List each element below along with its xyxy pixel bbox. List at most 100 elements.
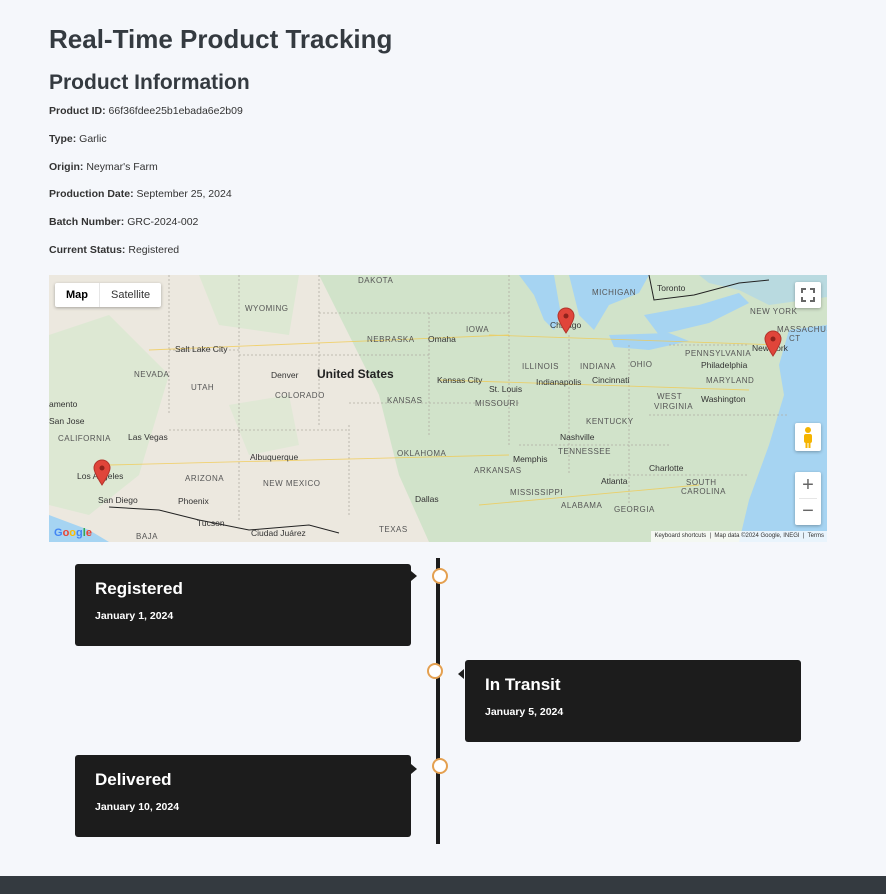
map-state-label: PENNSYLVANIA (685, 349, 752, 358)
satellite-tab[interactable]: Satellite (99, 283, 161, 307)
map-state-label: COLORADO (275, 391, 325, 400)
timeline-pointer (458, 669, 464, 679)
map-state-label: UTAH (191, 383, 215, 392)
map-state-label: OHIO (630, 360, 653, 369)
map-state-label: MASSACHUS (777, 325, 827, 334)
map-state-label: MICHIGAN (592, 288, 636, 297)
map-city-label: St. Louis (489, 384, 523, 394)
product-origin-row: Origin: Neymar's Farm (49, 161, 158, 173)
value: GRC-2024-002 (127, 216, 199, 228)
map-city-label: Toronto (657, 283, 686, 293)
map-state-label: KENTUCKY (586, 417, 634, 426)
map-city-label: Philadelphia (701, 360, 748, 370)
map-city-label: Omaha (428, 334, 456, 344)
value: Neymar's Farm (86, 161, 158, 173)
map-state-label: ARIZONA (185, 474, 225, 483)
timeline-card-in-transit: In Transit January 5, 2024 (465, 660, 801, 742)
map-city-label: Washington (701, 394, 746, 404)
timeline-pointer (411, 571, 417, 581)
label: Type: (49, 133, 77, 145)
map-state-label: CAROLINA (681, 487, 726, 496)
map-state-label: DAKOTA (358, 276, 394, 285)
map-city-label: Albuquerque (250, 452, 299, 462)
label: Batch Number: (49, 216, 125, 228)
zoom-control: + − (795, 472, 821, 525)
map-state-label: TENNESSEE (558, 447, 611, 456)
terms-link[interactable]: Terms (808, 533, 824, 539)
map-state-label: NEW YORK (750, 307, 798, 316)
page-footer (0, 876, 886, 894)
map-state-label: INDIANA (580, 362, 616, 371)
map-city-label: Indianapolis (536, 377, 582, 387)
map-city-label: amento (49, 399, 78, 409)
map-city-label: Phoenix (178, 496, 209, 506)
map-attribution: Keyboard shortcuts | Map data ©2024 Goog… (651, 531, 827, 542)
label: Production Date: (49, 188, 134, 200)
map-city-label: San Jose (49, 416, 85, 426)
value: September 25, 2024 (136, 188, 232, 200)
map-marker-chicago[interactable] (557, 307, 575, 334)
map-city-label: Tucson (197, 518, 225, 528)
map-state-label: MISSISSIPPI (510, 488, 564, 497)
map-state-label: NEVADA (134, 370, 170, 379)
timeline-event-date: January 5, 2024 (485, 706, 564, 718)
value: Garlic (79, 133, 107, 145)
map-city-label: San Diego (98, 495, 138, 505)
batch-number-row: Batch Number: GRC-2024-002 (49, 216, 198, 228)
map-state-label: TEXAS (379, 525, 408, 534)
map-state-label: VIRGINIA (654, 402, 694, 411)
map-state-label: SOUTH (686, 478, 717, 487)
zoom-out-button[interactable]: − (795, 499, 821, 525)
timeline-line (436, 558, 440, 844)
map-type-toggle: Map Satellite (55, 283, 162, 307)
map-tab[interactable]: Map (55, 283, 99, 307)
map-state-label: BAJA (136, 532, 159, 541)
current-status-row: Current Status: Registered (49, 244, 179, 256)
map-city-label: Charlotte (649, 463, 684, 473)
map-state-label: ARKANSAS (474, 466, 522, 475)
map-city-label: Cincinnati (592, 375, 630, 385)
map-state-label: ILLINOIS (522, 362, 559, 371)
product-id-row: Product ID: 66f36fdee25b1ebada6e2b09 (49, 105, 243, 117)
map-state-label: CT (789, 334, 801, 343)
value: 66f36fdee25b1ebada6e2b09 (108, 105, 243, 117)
keyboard-shortcuts-link[interactable]: Keyboard shortcuts (654, 533, 706, 539)
value: Registered (128, 244, 180, 256)
label: Product ID: (49, 105, 106, 117)
label: Current Status: (49, 244, 126, 256)
map-city-label: Atlanta (601, 476, 628, 486)
map-city-label: Kansas City (437, 375, 483, 385)
production-date-row: Production Date: September 25, 2024 (49, 188, 232, 200)
section-title: Product Information (49, 71, 250, 94)
map-city-label: Ciudad Juárez (251, 528, 306, 538)
map-state-label: IOWA (466, 325, 490, 334)
street-view-button[interactable] (795, 423, 821, 451)
map-marker-new-york[interactable] (764, 330, 782, 357)
map-city-label: Denver (271, 370, 299, 380)
map-country-label: United States (317, 367, 394, 381)
zoom-in-button[interactable]: + (795, 472, 821, 498)
map-state-label: MISSOURI (475, 399, 519, 408)
timeline-pointer (411, 764, 417, 774)
map-city-label: Las Vegas (128, 432, 168, 442)
map-marker-los-angeles[interactable] (93, 459, 111, 486)
map-state-label: GEORGIA (614, 505, 655, 514)
map-state-label: WYOMING (245, 304, 289, 313)
timeline-card-delivered: Delivered January 10, 2024 (75, 755, 411, 837)
map-state-label: KANSAS (387, 396, 423, 405)
timeline-event-date: January 10, 2024 (95, 801, 180, 813)
tracking-map[interactable]: DAKOTA MICHIGAN WYOMING IOWA NEBRASKA NE… (49, 275, 827, 542)
timeline-card-registered: Registered January 1, 2024 (75, 564, 411, 646)
label: Origin: (49, 161, 84, 173)
timeline-event-date: January 1, 2024 (95, 610, 174, 622)
map-state-label: ALABAMA (561, 501, 603, 510)
product-type-row: Type: Garlic (49, 133, 107, 145)
fullscreen-button[interactable] (795, 282, 821, 308)
map-data-text: Map data ©2024 Google, INEGI (714, 533, 800, 539)
map-state-label: OKLAHOMA (397, 449, 447, 458)
timeline-event-title: Registered (95, 579, 183, 598)
timeline-dot (432, 568, 448, 584)
timeline-event-title: Delivered (95, 770, 172, 789)
map-city-label: Memphis (513, 454, 548, 464)
fullscreen-icon (801, 288, 815, 302)
